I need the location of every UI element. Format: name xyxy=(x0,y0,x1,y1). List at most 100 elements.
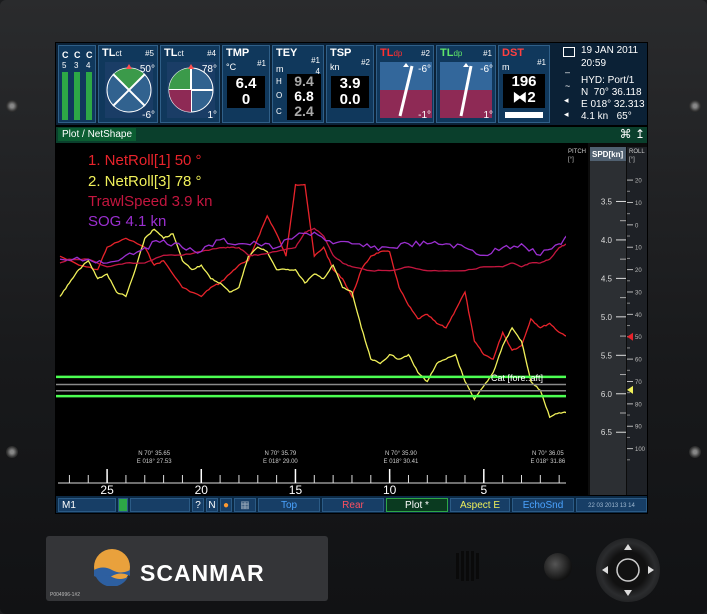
panel-title: TLct xyxy=(102,47,122,59)
spd-tick-label: 5.5 xyxy=(601,351,613,360)
panel-title: DST xyxy=(502,47,524,59)
temperature-readout: 6.4 0 xyxy=(227,76,265,108)
trawl-eye-panel[interactable]: TEY #1 m 4 H O C 9.4 6.8 2.4 xyxy=(272,45,324,123)
dpad-arrows-icon xyxy=(602,544,654,596)
plot-header: Plot / NetShape ⌘ ↥ xyxy=(56,127,647,143)
roll-tick-label: 50 xyxy=(635,335,642,341)
cat-label: Cat [fore..aft] xyxy=(491,373,543,383)
menu-blank-button[interactable] xyxy=(130,498,190,512)
catch-label: C xyxy=(86,50,93,60)
panel-title: TEY xyxy=(276,47,298,59)
distance-readout: 196 ⧓2 xyxy=(503,74,545,108)
minus-icon[interactable]: – xyxy=(565,67,570,77)
roll-tick-label: 20 xyxy=(635,179,642,185)
temperature-value: 6.4 xyxy=(235,75,257,92)
triangle-icon[interactable]: ◂ xyxy=(564,109,569,120)
panel-title: TLct xyxy=(164,47,184,59)
roll-lower-value: -6° xyxy=(142,110,155,121)
part-number: P004996-1#2 xyxy=(50,592,81,598)
rotary-knob[interactable] xyxy=(544,553,572,581)
roll-tick-label: 70 xyxy=(635,380,642,386)
x-tick-label: 10 xyxy=(383,483,397,495)
temperature-panel[interactable]: TMP #1 °C 6.4 0 xyxy=(222,45,270,123)
trawl-speed-value: 3.9 xyxy=(339,75,361,92)
distance-panel[interactable]: DST #1 m 196 ⧓2 xyxy=(498,45,550,123)
headrope-value: 9.4 xyxy=(294,73,314,89)
temperature-unit: °C xyxy=(226,62,237,72)
sensor-number: #5 xyxy=(145,49,154,58)
spd-tick-label: 6.5 xyxy=(601,428,613,437)
sensor-number: #2 xyxy=(361,58,370,67)
pitch-lower-value: 1° xyxy=(483,110,493,121)
spd-tick-label: 4.0 xyxy=(601,236,613,245)
trawl-speed-panel[interactable]: TSP #2 kn 3.9 0.0 xyxy=(326,45,374,123)
roll-tick-label: 90 xyxy=(635,425,642,431)
position-lon: E 018° 27.53 xyxy=(137,459,172,465)
spd-tick-label: 3.5 xyxy=(601,197,613,206)
panel-title: TLdp xyxy=(440,47,463,59)
alarm-icon[interactable]: ● xyxy=(220,498,232,512)
trawl-depth-panel-2[interactable]: TLdp #2 -6° -1° xyxy=(376,45,434,123)
sensor-number: #1 xyxy=(257,59,266,68)
hydrophone-text: HYD: Port/1 xyxy=(581,75,635,86)
screw-icon xyxy=(689,446,701,458)
expand-vertical-icon[interactable]: ↥ xyxy=(635,127,645,141)
trawl-speed-secondary: 0.0 xyxy=(339,91,361,108)
pitch-upper-value: -6° xyxy=(480,64,493,75)
tilde-icon[interactable]: ~ xyxy=(565,81,570,91)
position-lon: E 018° 29.00 xyxy=(263,459,298,465)
position-lat: N 70° 35.79 xyxy=(265,451,297,457)
opening-label: O xyxy=(276,91,283,100)
x-tick-label: 20 xyxy=(195,483,209,495)
position-lat: N 70° 35.90 xyxy=(385,451,417,457)
catch-bar xyxy=(74,72,80,120)
panel-title: TLdp xyxy=(380,47,403,59)
sensor-number: #4 xyxy=(207,49,216,58)
window-icon[interactable] xyxy=(563,47,575,57)
roll-label: ROLL xyxy=(629,149,645,155)
pitch-lower-value: -1° xyxy=(418,110,431,121)
plot-view-button[interactable]: Plot * xyxy=(386,498,448,512)
distance-spread: ⧓2 xyxy=(512,89,536,106)
roll-upper-value: 78° xyxy=(201,64,217,75)
north-button[interactable]: N xyxy=(206,498,218,512)
rear-view-button[interactable]: Rear xyxy=(322,498,384,512)
plot-title-tab[interactable]: Plot / NetShape xyxy=(58,128,137,141)
catch-bar xyxy=(86,72,92,120)
roll-unit: [°] xyxy=(629,157,635,163)
panel-title: TSP xyxy=(330,47,352,59)
legend-netroll3: 2. NetRoll[3] 78 ° xyxy=(88,173,202,190)
roll-lower-value: 1° xyxy=(207,110,217,121)
aspect-view-button[interactable]: Aspect E xyxy=(450,498,510,512)
longitude-text: E 018° 32.313 xyxy=(581,99,645,110)
distance-unit: m xyxy=(502,62,510,72)
brand-name: SCANMAR xyxy=(140,560,265,586)
echosounder-button[interactable]: EchoSnd xyxy=(512,498,574,512)
screw-icon xyxy=(6,100,18,112)
trawl-eye-readout: 9.4 6.8 2.4 xyxy=(287,74,321,120)
top-view-button[interactable]: Top xyxy=(258,498,320,512)
roll-tick-label: 40 xyxy=(635,313,642,319)
roll-tick-label: 20 xyxy=(635,268,642,274)
spd-tick-label: 6.0 xyxy=(601,390,613,399)
help-button[interactable]: ? xyxy=(192,498,204,512)
menu-m1-button[interactable]: M1 xyxy=(58,498,116,512)
roll-tick-label: 10 xyxy=(635,246,642,252)
direction-pad[interactable] xyxy=(596,538,660,602)
trawl-roll-panel-5[interactable]: TLct #5 50° -6° xyxy=(98,45,158,123)
sensor-number: #1 xyxy=(537,58,546,67)
triangle-icon[interactable]: ◂ xyxy=(564,95,569,106)
trawl-roll-panel-4[interactable]: TLct #4 78° 1° xyxy=(160,45,220,123)
x-tick-label: 5 xyxy=(480,483,487,495)
legend-sog: SOG 4.1 kn xyxy=(88,213,166,230)
trawl-depth-panel-1[interactable]: TLdp #1 -6° 1° xyxy=(436,45,496,123)
catch-sensor-panel[interactable]: C C C 5 3 4 xyxy=(58,45,96,123)
grid-icon[interactable]: ▦ xyxy=(234,498,256,512)
spd-label[interactable]: SPD[kn] xyxy=(592,150,623,159)
spread-icon: ⧓ xyxy=(512,89,528,106)
pitch-unit: [°] xyxy=(568,157,574,163)
position-lat: N 70° 35.65 xyxy=(138,451,170,457)
command-icon[interactable]: ⌘ xyxy=(620,127,632,141)
legend-netroll1: 1. NetRoll[1] 50 ° xyxy=(88,152,202,169)
netshape-plot[interactable]: Cat [fore..aft] 1. NetRoll[1] 50 ° 2. Ne… xyxy=(56,143,648,495)
